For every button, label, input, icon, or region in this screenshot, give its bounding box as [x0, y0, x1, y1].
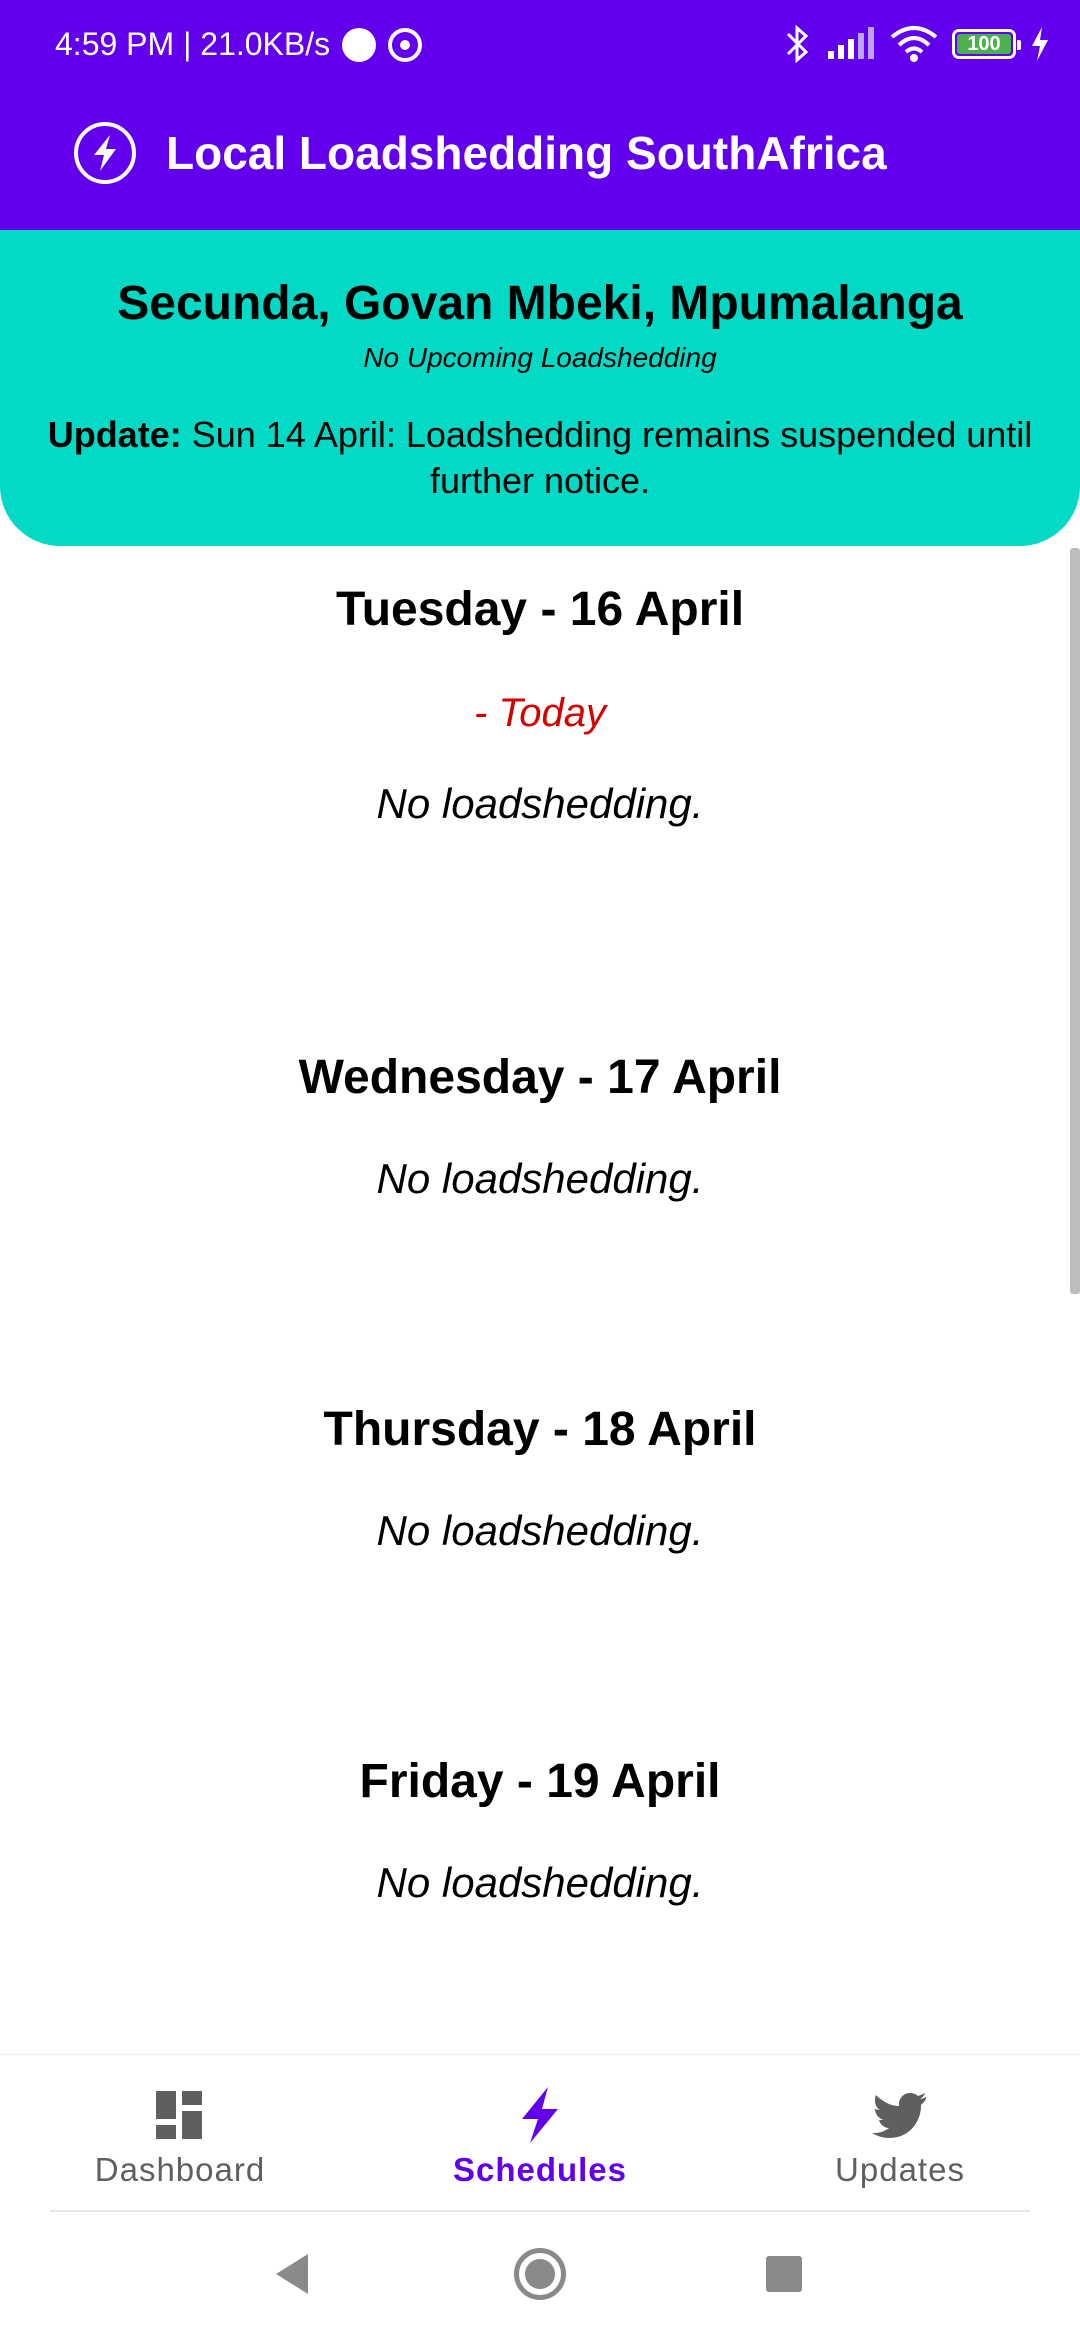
bottom-navigation: Dashboard Schedules Updates	[0, 2054, 1080, 2210]
lightning-bolt-icon	[522, 2087, 558, 2143]
update-message: Update: Sun 14 April: Loadshedding remai…	[40, 412, 1040, 504]
battery-icon: 100	[952, 29, 1021, 59]
back-triangle-icon[interactable]	[274, 2252, 310, 2296]
charging-icon	[1032, 27, 1048, 61]
status-left: 4:59 PM | 21.0KB/s	[55, 26, 423, 63]
nav-label: Updates	[835, 2151, 965, 2188]
recents-square-icon[interactable]	[766, 2256, 802, 2292]
update-label: Update:	[47, 414, 182, 455]
signal-icon	[828, 27, 874, 59]
bluetooth-icon	[786, 24, 809, 64]
status-bar: 4:59 PM | 21.0KB/s 100	[0, 0, 1080, 96]
notification-app-icon	[342, 27, 377, 62]
app-title: Local Loadshedding SouthAfrica	[166, 127, 887, 179]
location-banner: Secunda, Govan Mbeki, Mpumalanga No Upco…	[0, 230, 1080, 546]
home-circle-icon[interactable]	[514, 2248, 566, 2300]
nav-label: Schedules	[452, 2151, 628, 2188]
nav-schedules[interactable]: Schedules	[360, 2055, 720, 2211]
wifi-icon	[890, 26, 938, 62]
app-bar: Local Loadshedding SouthAfrica	[0, 96, 1080, 230]
day-card: Tuesday - 16 April - Today No loadsheddi…	[0, 582, 1080, 828]
scrollbar[interactable]	[1070, 548, 1080, 1294]
notification-settings-icon	[388, 27, 423, 62]
today-label: - Today	[474, 691, 606, 735]
nav-dashboard[interactable]: Dashboard	[0, 2055, 360, 2211]
day-status: No loadshedding.	[376, 1507, 704, 1554]
status-time-speed: 4:59 PM | 21.0KB/s	[55, 26, 331, 62]
nav-updates[interactable]: Updates	[720, 2055, 1080, 2211]
day-status: No loadshedding.	[376, 780, 704, 827]
day-card: Friday - 19 April No loadshedding.	[0, 1754, 1080, 1907]
day-title: Friday - 19 April	[359, 1755, 721, 1808]
day-title: Tuesday - 16 April	[335, 583, 745, 636]
day-card: Thursday - 18 April No loadshedding.	[0, 1402, 1080, 1555]
status-right: 100	[784, 24, 1050, 64]
day-status: No loadshedding.	[376, 1155, 704, 1202]
system-navigation	[0, 2212, 1080, 2340]
upcoming-status: No Upcoming Loadshedding	[363, 342, 717, 373]
day-status: No loadshedding.	[376, 1859, 704, 1906]
schedule-list[interactable]: Tuesday - 16 April - Today No loadsheddi…	[0, 546, 1080, 2054]
twitter-bird-icon	[872, 2093, 926, 2138]
battery-percent: 100	[967, 32, 1001, 55]
day-card: Wednesday - 17 April No loadshedding.	[0, 1050, 1080, 1203]
location-title: Secunda, Govan Mbeki, Mpumalanga	[117, 277, 963, 330]
day-title: Wednesday - 17 April	[298, 1051, 782, 1104]
day-title: Thursday - 18 April	[323, 1403, 757, 1456]
update-text: Sun 14 April: Loadshedding remains suspe…	[181, 414, 1033, 501]
lightning-bolt-icon	[74, 122, 136, 184]
dashboard-icon	[156, 2091, 202, 2139]
nav-label: Dashboard	[94, 2151, 266, 2188]
